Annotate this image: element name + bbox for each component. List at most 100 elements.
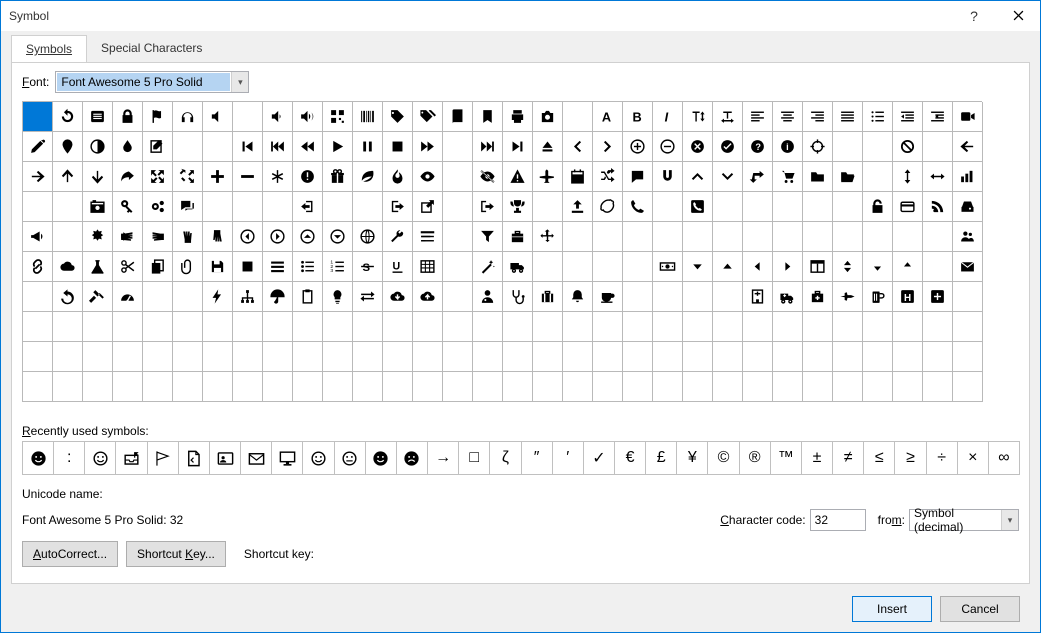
symbol-book[interactable] bbox=[443, 102, 473, 132]
symbol-eject[interactable] bbox=[533, 132, 563, 162]
symbol-align-center[interactable] bbox=[773, 102, 803, 132]
symbol-step-forward[interactable] bbox=[503, 132, 533, 162]
symbol-empty[interactable] bbox=[563, 372, 593, 402]
symbol-empty[interactable] bbox=[23, 102, 53, 132]
symbol-comment[interactable] bbox=[623, 162, 653, 192]
symbol-empty[interactable] bbox=[83, 312, 113, 342]
symbol-empty[interactable] bbox=[443, 342, 473, 372]
symbol-chevron-left[interactable] bbox=[563, 132, 593, 162]
symbol-empty[interactable] bbox=[443, 372, 473, 402]
recent-trademark[interactable]: ™ bbox=[770, 441, 802, 475]
symbol-random[interactable] bbox=[593, 162, 623, 192]
shortcut-key-button[interactable]: Shortcut Key... bbox=[126, 541, 226, 567]
symbol-volume-down[interactable] bbox=[263, 102, 293, 132]
recent-zeta[interactable]: ζ bbox=[489, 441, 521, 475]
symbol-hand-left[interactable] bbox=[143, 222, 173, 252]
symbol-empty[interactable] bbox=[233, 102, 263, 132]
symbol-beer[interactable] bbox=[863, 282, 893, 312]
symbol-empty[interactable] bbox=[203, 192, 233, 222]
symbol-fast-forward[interactable] bbox=[473, 132, 503, 162]
recent-frown[interactable] bbox=[396, 441, 428, 475]
symbol-plane[interactable] bbox=[533, 162, 563, 192]
symbol-truck[interactable] bbox=[503, 252, 533, 282]
symbol-lemon[interactable] bbox=[593, 192, 623, 222]
symbol-empty[interactable] bbox=[533, 192, 563, 222]
symbol-user-md[interactable] bbox=[473, 282, 503, 312]
symbol-lock[interactable] bbox=[113, 102, 143, 132]
symbol-empty[interactable] bbox=[593, 342, 623, 372]
recent-plus-minus[interactable]: ± bbox=[801, 441, 833, 475]
symbol-lightbulb[interactable] bbox=[323, 282, 353, 312]
symbol-empty[interactable] bbox=[173, 132, 203, 162]
symbol-minus-circle[interactable] bbox=[653, 132, 683, 162]
symbol-empty[interactable] bbox=[863, 132, 893, 162]
close-button[interactable] bbox=[996, 9, 1040, 24]
symbol-empty[interactable] bbox=[563, 342, 593, 372]
symbol-empty[interactable] bbox=[563, 102, 593, 132]
symbol-empty[interactable] bbox=[683, 312, 713, 342]
symbol-text-height[interactable] bbox=[683, 102, 713, 132]
symbol-empty[interactable] bbox=[533, 372, 563, 402]
symbol-arrow-circle-down[interactable] bbox=[323, 222, 353, 252]
symbol-empty[interactable] bbox=[263, 312, 293, 342]
symbol-share[interactable] bbox=[113, 162, 143, 192]
symbol-empty[interactable] bbox=[863, 342, 893, 372]
symbol-empty[interactable] bbox=[533, 342, 563, 372]
symbol-empty[interactable] bbox=[893, 372, 923, 402]
symbol-empty[interactable] bbox=[923, 252, 953, 282]
symbol-trophy[interactable] bbox=[503, 192, 533, 222]
symbol-empty[interactable] bbox=[833, 222, 863, 252]
symbol-sync[interactable] bbox=[53, 102, 83, 132]
symbol-empty[interactable] bbox=[353, 342, 383, 372]
symbol-caret-down[interactable] bbox=[683, 252, 713, 282]
symbol-gavel[interactable] bbox=[83, 282, 113, 312]
symbol-empty[interactable] bbox=[113, 312, 143, 342]
symbol-eye[interactable] bbox=[413, 162, 443, 192]
symbol-volume-off[interactable] bbox=[203, 102, 233, 132]
symbol-undo[interactable] bbox=[53, 282, 83, 312]
symbol-empty[interactable] bbox=[323, 342, 353, 372]
symbol-leaf[interactable] bbox=[353, 162, 383, 192]
symbol-arrows-v[interactable] bbox=[893, 162, 923, 192]
symbol-empty[interactable] bbox=[833, 192, 863, 222]
symbol-empty[interactable] bbox=[953, 372, 983, 402]
symbol-tags[interactable] bbox=[413, 102, 443, 132]
recent-desktop[interactable] bbox=[271, 441, 303, 475]
symbol-empty[interactable] bbox=[323, 312, 353, 342]
symbol-hand-right[interactable] bbox=[113, 222, 143, 252]
symbol-list-alt[interactable] bbox=[83, 102, 113, 132]
symbol-empty[interactable] bbox=[683, 282, 713, 312]
symbol-empty[interactable] bbox=[623, 312, 653, 342]
symbol-empty[interactable] bbox=[803, 222, 833, 252]
symbol-sitemap[interactable] bbox=[233, 282, 263, 312]
recent-geq[interactable]: ≥ bbox=[894, 441, 926, 475]
symbol-empty[interactable] bbox=[653, 372, 683, 402]
symbol-list-ul[interactable] bbox=[293, 252, 323, 282]
symbol-minus[interactable] bbox=[233, 162, 263, 192]
symbol-empty[interactable] bbox=[683, 372, 713, 402]
symbol-suitcase[interactable] bbox=[533, 282, 563, 312]
symbol-external-link[interactable] bbox=[413, 192, 443, 222]
symbol-link[interactable] bbox=[23, 252, 53, 282]
symbol-stop[interactable] bbox=[383, 132, 413, 162]
symbol-upload[interactable] bbox=[563, 192, 593, 222]
symbol-empty[interactable] bbox=[743, 222, 773, 252]
symbol-shopping-cart[interactable] bbox=[773, 162, 803, 192]
recent-smile-o[interactable] bbox=[302, 441, 334, 475]
symbol-empty[interactable] bbox=[923, 312, 953, 342]
symbol-sign-in[interactable] bbox=[473, 192, 503, 222]
symbol-empty[interactable] bbox=[203, 312, 233, 342]
symbol-edit[interactable] bbox=[143, 132, 173, 162]
symbol-ban[interactable] bbox=[893, 132, 923, 162]
symbol-empty[interactable] bbox=[653, 282, 683, 312]
symbol-bell[interactable] bbox=[563, 282, 593, 312]
symbol-pencil[interactable] bbox=[23, 132, 53, 162]
symbol-empty[interactable] bbox=[713, 282, 743, 312]
symbol-strikethrough[interactable]: S bbox=[353, 252, 383, 282]
symbol-empty[interactable] bbox=[173, 342, 203, 372]
symbol-empty[interactable] bbox=[953, 282, 983, 312]
symbol-cloud-download[interactable] bbox=[383, 282, 413, 312]
symbol-certificate[interactable] bbox=[83, 222, 113, 252]
symbol-empty[interactable] bbox=[863, 162, 893, 192]
symbol-bars[interactable] bbox=[263, 252, 293, 282]
